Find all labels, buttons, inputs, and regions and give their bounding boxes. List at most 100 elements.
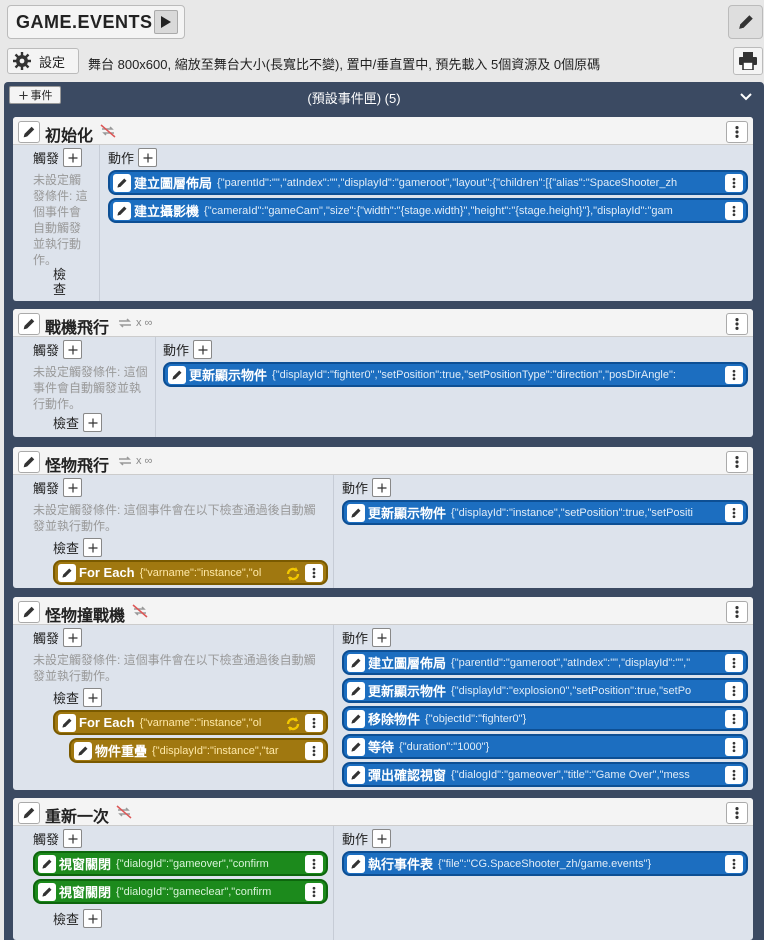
trigger-section: 觸發 <box>33 340 83 359</box>
kebab-menu-icon[interactable] <box>725 710 743 728</box>
edit-mode-button[interactable] <box>728 5 763 39</box>
event-menu-button[interactable] <box>726 802 748 824</box>
kebab-menu-icon[interactable] <box>725 766 743 784</box>
pencil-icon[interactable] <box>347 504 365 522</box>
pencil-icon[interactable] <box>168 366 186 384</box>
event-header: 怪物撞戰機 <box>13 597 753 625</box>
action-section: 動作 <box>163 340 213 359</box>
add-trigger-button[interactable] <box>63 478 83 497</box>
settings-button[interactable]: 設定 <box>7 48 79 74</box>
kebab-menu-icon[interactable] <box>725 738 743 756</box>
kebab-menu-icon[interactable] <box>725 174 743 192</box>
add-action-button[interactable] <box>372 829 392 848</box>
pencil-icon[interactable] <box>113 202 131 220</box>
kebab-menu-icon[interactable] <box>305 564 323 582</box>
repeat-off-icon[interactable] <box>115 804 133 820</box>
add-check-button[interactable] <box>83 909 103 928</box>
add-check-button[interactable] <box>83 688 103 707</box>
action-item[interactable]: 建立攝影機 {"cameraId":"gameCam","size":{"widt… <box>108 198 748 223</box>
action-item[interactable]: 移除物件 {"objectId":"fighter0"} <box>342 706 748 731</box>
pencil-icon[interactable] <box>347 855 365 873</box>
edit-event-button[interactable] <box>18 313 40 335</box>
action-item[interactable]: 更新顯示物件 {"displayId":"fighter0","setPositi… <box>163 362 748 387</box>
printer-icon <box>739 52 757 70</box>
repeat-off-icon[interactable] <box>131 603 149 619</box>
add-check-button[interactable] <box>83 413 103 432</box>
chevron-down-icon[interactable] <box>738 88 754 104</box>
check-section: 檢查 <box>53 538 103 557</box>
event-card-init: 初始化 觸發 未設定觸發條件: 這個事件會自動觸發並執行動作。 檢查 動作 建立… <box>13 117 753 301</box>
action-item[interactable]: 更新顯示物件 {"displayId":"explosion0","setPosi… <box>342 678 748 703</box>
action-item[interactable]: 更新顯示物件 {"displayId":"instance","setPositi… <box>342 500 748 525</box>
pencil-icon[interactable] <box>347 738 365 756</box>
kebab-menu-icon[interactable] <box>725 504 743 522</box>
kebab-menu-icon <box>730 806 744 820</box>
action-item[interactable]: 彈出確認視窗 {"dialogId":"gameover","title":"Ga… <box>342 762 748 787</box>
event-menu-button[interactable] <box>726 451 748 473</box>
kebab-menu-icon[interactable] <box>725 855 743 873</box>
edit-event-button[interactable] <box>18 121 40 143</box>
pencil-icon[interactable] <box>347 766 365 784</box>
kebab-menu-icon[interactable] <box>305 883 323 901</box>
edit-event-button[interactable] <box>18 451 40 473</box>
no-trigger-note: 未設定觸發條件: 這個事件會在以下檢查通過後自動觸發並執行動作。 <box>33 653 316 683</box>
file-title-button[interactable]: GAME.EVENTS <box>7 5 185 39</box>
trigger-item[interactable]: 視窗關閉 {"dialogId":"gameclear","confirm <box>33 879 328 904</box>
action-section: 動作 <box>342 478 392 497</box>
pencil-icon[interactable] <box>38 855 56 873</box>
add-action-button[interactable] <box>193 340 213 359</box>
event-menu-button[interactable] <box>726 313 748 335</box>
event-menu-button[interactable] <box>726 601 748 623</box>
add-action-button[interactable] <box>372 478 392 497</box>
action-item[interactable]: 建立圖層佈局 {"parentId":"gameroot","atIndex":"… <box>342 650 748 675</box>
pencil-icon[interactable] <box>58 714 76 732</box>
section-divider <box>333 826 334 940</box>
check-item-nested[interactable]: 物件重疊 {"displayId":"instance","tar <box>69 738 328 763</box>
pencil-icon[interactable] <box>58 564 76 582</box>
edit-event-button[interactable] <box>18 601 40 623</box>
check-item[interactable]: For Each {"varname":"instance","ol <box>53 560 328 585</box>
kebab-menu-icon[interactable] <box>305 714 323 732</box>
event-title: 戰機飛行 <box>45 320 110 337</box>
repeat-icon[interactable]: x ∞ <box>116 315 152 331</box>
settings-label: 設定 <box>39 54 66 70</box>
add-action-button[interactable] <box>138 148 158 167</box>
event-card-fighter: 戰機飛行 x ∞ 觸發 未設定觸發條件: 這個事件會自動觸發並執行動作。 檢查 … <box>13 309 753 437</box>
trigger-item[interactable]: 視窗關閉 {"dialogId":"gameover","confirm <box>33 851 328 876</box>
plus-icon <box>87 692 99 704</box>
kebab-menu-icon[interactable] <box>725 366 743 384</box>
add-trigger-button[interactable] <box>63 628 83 647</box>
add-trigger-button[interactable] <box>63 148 83 167</box>
event-header: 怪物飛行 x ∞ <box>13 447 753 475</box>
pencil-icon[interactable] <box>74 742 92 760</box>
pencil-icon[interactable] <box>347 654 365 672</box>
kebab-menu-icon[interactable] <box>725 202 743 220</box>
pencil-icon[interactable] <box>113 174 131 192</box>
add-trigger-button[interactable] <box>63 340 83 359</box>
event-card-restart: 重新一次 觸發 視窗關閉 {"dialogId":"gameover","conf… <box>13 798 753 940</box>
repeat-icon[interactable]: x ∞ <box>116 453 152 469</box>
add-trigger-button[interactable] <box>63 829 83 848</box>
action-item[interactable]: 等待 {"duration":"1000"} <box>342 734 748 759</box>
kebab-menu-icon[interactable] <box>725 654 743 672</box>
kebab-menu-icon[interactable] <box>305 855 323 873</box>
kebab-menu-icon[interactable] <box>725 682 743 700</box>
edit-event-button[interactable] <box>18 802 40 824</box>
pencil-icon[interactable] <box>38 883 56 901</box>
action-item[interactable]: 建立圖層佈局 {"parentId":"","atIndex":"","displ… <box>108 170 748 195</box>
check-item[interactable]: For Each {"varname":"instance","ol <box>53 710 328 735</box>
pencil-icon[interactable] <box>347 710 365 728</box>
kebab-menu-icon[interactable] <box>305 742 323 760</box>
event-menu-button[interactable] <box>726 121 748 143</box>
plus-icon <box>67 833 79 845</box>
event-group-header: 事件 (預設事件匣) (5) <box>4 82 764 110</box>
add-check-button[interactable] <box>83 538 103 557</box>
add-action-button[interactable] <box>372 628 392 647</box>
repeat-off-icon[interactable] <box>99 123 117 139</box>
pencil-icon <box>22 806 36 820</box>
plus-icon <box>376 632 388 644</box>
print-button[interactable] <box>733 47 763 75</box>
action-item[interactable]: 執行事件表 {"file":"CG.SpaceShooter_zh/game.ev… <box>342 851 748 876</box>
play-icon[interactable] <box>154 10 178 34</box>
pencil-icon[interactable] <box>347 682 365 700</box>
